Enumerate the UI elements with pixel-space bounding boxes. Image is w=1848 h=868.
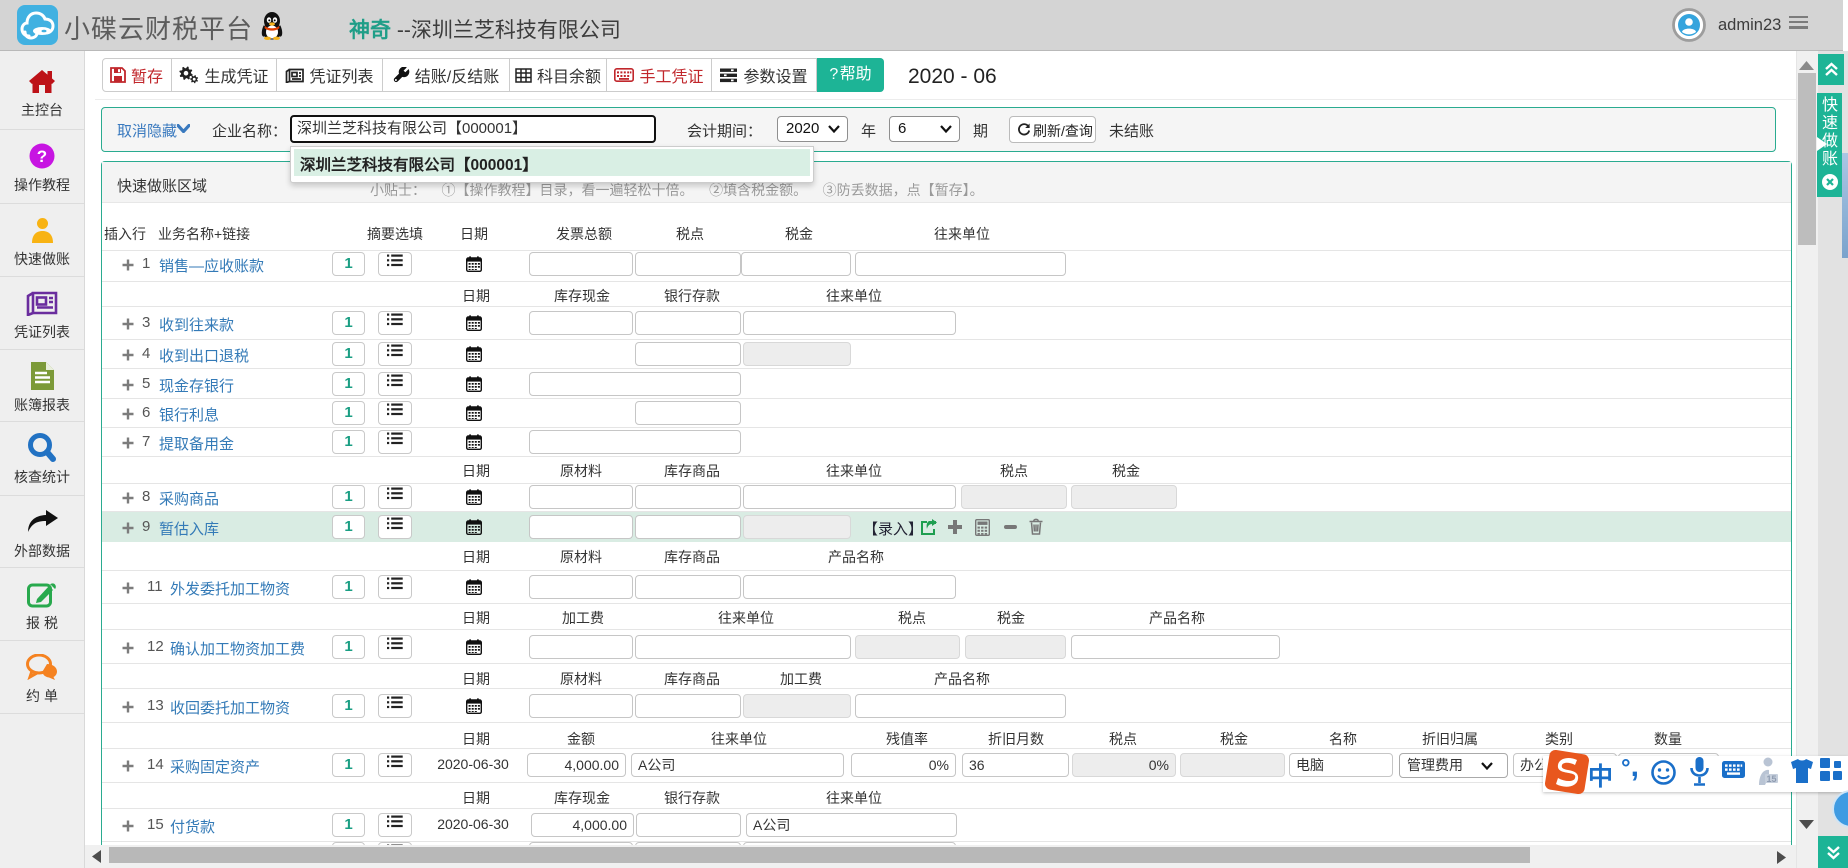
svg-text:15: 15 xyxy=(1766,774,1776,784)
svg-text:?: ? xyxy=(37,147,47,166)
